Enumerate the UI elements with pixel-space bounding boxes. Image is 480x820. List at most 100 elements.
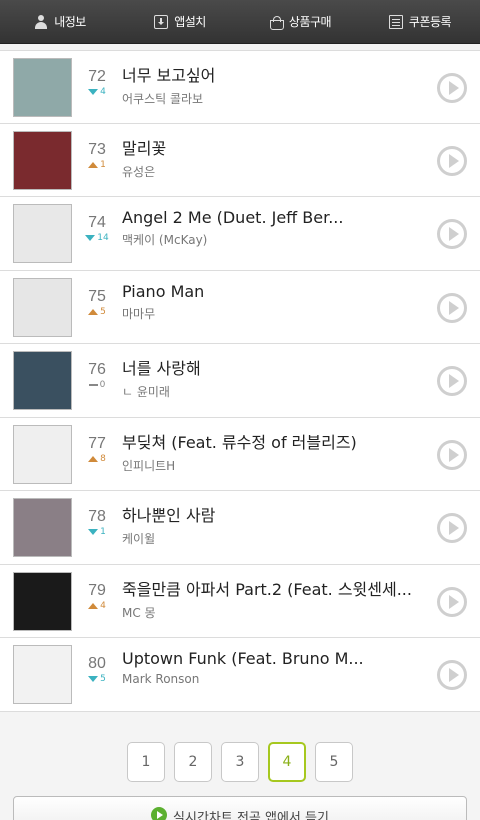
- page-button-1[interactable]: 1: [127, 742, 165, 782]
- rank-block: 72 4: [80, 68, 114, 97]
- song-row[interactable]: 75 5 Piano Man 마마무: [0, 270, 480, 344]
- rank-change: 4: [80, 601, 114, 611]
- nav-coupon[interactable]: 쿠폰등록: [360, 0, 480, 43]
- song-row[interactable]: 79 4 죽을만큼 아파서 Part.2 (Feat. 스윗센세... MC 몽: [0, 564, 480, 638]
- song-info[interactable]: 말리꽃 유성은: [122, 135, 418, 180]
- song-row[interactable]: 80 5 Uptown Funk (Feat. Bruno M... Mark …: [0, 638, 480, 712]
- song-artist: 케이윌: [122, 532, 156, 546]
- song-title: Piano Man: [122, 281, 205, 301]
- song-info[interactable]: 너를 사랑해 ㄴ 윤미래: [122, 355, 418, 400]
- listen-in-app-button[interactable]: 실시간차트 전곡 앱에서 듣기: [13, 796, 467, 820]
- album-art[interactable]: [13, 571, 72, 631]
- rank-up-icon: [88, 161, 99, 168]
- play-icon[interactable]: [437, 513, 467, 543]
- rank-change: 0: [80, 380, 114, 390]
- chart-list: 72 4 너무 보고싶어 어쿠스틱 콜라보 73 1 말리꽃 유성은 74 14…: [0, 50, 480, 712]
- song-info[interactable]: Angel 2 Me (Duet. Jeff Ber... 맥케이 (McKay…: [122, 208, 418, 248]
- rank-change-value: 4: [100, 600, 106, 611]
- install-icon: [154, 14, 169, 29]
- rank-same-icon: [88, 384, 98, 386]
- rank-block: 74 14: [80, 214, 114, 243]
- song-title: Uptown Funk (Feat. Bruno M...: [122, 649, 364, 668]
- rank-change-value: 14: [97, 233, 109, 243]
- play-icon[interactable]: [437, 145, 467, 176]
- song-row[interactable]: 78 1 하나뿐인 사람 케이윌: [0, 491, 480, 565]
- song-title: 부딪쳐 (Feat. 류수정 of 러블리즈): [122, 432, 357, 452]
- play-icon[interactable]: [437, 586, 467, 617]
- nav-label: 내정보: [54, 15, 86, 29]
- rank-block: 79 4: [80, 582, 114, 611]
- song-artist: Mark Ronson: [122, 672, 200, 686]
- song-row[interactable]: 76 0 너를 사랑해 ㄴ 윤미래: [0, 344, 480, 418]
- rank-number: 73: [88, 140, 106, 158]
- play-icon[interactable]: [437, 292, 467, 323]
- rank-change: 1: [80, 527, 114, 537]
- album-art[interactable]: [13, 351, 72, 410]
- song-artist: 유성은: [122, 164, 156, 179]
- play-icon: [151, 807, 168, 820]
- song-artist: 마마무: [122, 306, 156, 321]
- coupon-icon: [388, 14, 403, 29]
- song-info[interactable]: 하나뿐인 사람 케이윌: [122, 502, 418, 547]
- rank-change-value: 0: [99, 380, 106, 390]
- song-title: 하나뿐인 사람: [122, 506, 216, 525]
- nav-app-install[interactable]: 앱설치: [120, 0, 240, 43]
- rank-block: 73 1: [80, 141, 114, 170]
- rank-block: 77 8: [80, 435, 114, 464]
- rank-change-value: 5: [100, 306, 106, 317]
- rank-change: 8: [80, 454, 114, 464]
- song-info[interactable]: Uptown Funk (Feat. Bruno M... Mark Ronso…: [122, 649, 418, 686]
- rank-change-value: 4: [100, 87, 106, 97]
- page-button-4[interactable]: 4: [268, 742, 306, 782]
- play-icon[interactable]: [437, 73, 467, 103]
- rank-change-value: 5: [100, 674, 106, 684]
- nav-label: 상품구매: [288, 15, 332, 29]
- album-art[interactable]: [13, 498, 72, 557]
- rank-change: 14: [80, 233, 114, 243]
- basket-icon: [269, 15, 284, 30]
- play-icon[interactable]: [437, 366, 467, 396]
- song-row[interactable]: 72 4 너무 보고싶어 어쿠스틱 콜라보: [0, 50, 480, 124]
- album-art[interactable]: [13, 645, 72, 704]
- album-art[interactable]: [13, 204, 72, 263]
- rank-block: 78 1: [80, 508, 114, 537]
- page-button-5[interactable]: 5: [315, 742, 353, 782]
- song-row[interactable]: 73 1 말리꽃 유성은: [0, 123, 480, 197]
- song-artist: 어쿠스틱 콜라보: [122, 92, 204, 106]
- play-icon[interactable]: [437, 439, 467, 470]
- play-icon[interactable]: [437, 219, 467, 249]
- song-artist: ㄴ 윤미래: [122, 385, 170, 399]
- rank-change-value: 8: [100, 453, 106, 464]
- rank-number: 79: [88, 581, 106, 599]
- rank-block: 75 5: [80, 288, 114, 317]
- nav-purchase[interactable]: 상품구매: [240, 0, 360, 43]
- rank-block: 80 5: [80, 655, 114, 684]
- album-art[interactable]: [13, 58, 72, 117]
- rank-down-icon: [88, 89, 99, 95]
- song-title: 너를 사랑해: [122, 359, 201, 378]
- rank-change-value: 1: [100, 159, 106, 170]
- rank-change: 5: [80, 674, 114, 684]
- song-info[interactable]: Piano Man 마마무: [122, 282, 418, 322]
- album-art[interactable]: [13, 130, 72, 190]
- rank-up-icon: [88, 455, 99, 462]
- song-info[interactable]: 너무 보고싶어 어쿠스틱 콜라보: [122, 62, 418, 107]
- page-button-3[interactable]: 3: [221, 742, 259, 782]
- page-button-2[interactable]: 2: [174, 742, 212, 782]
- song-row[interactable]: 77 8 부딪쳐 (Feat. 류수정 of 러블리즈) 인피니트H: [0, 417, 480, 491]
- rank-number: 80: [88, 655, 106, 672]
- nav-my-info[interactable]: 내정보: [0, 0, 120, 43]
- album-art[interactable]: [13, 277, 72, 337]
- song-row[interactable]: 74 14 Angel 2 Me (Duet. Jeff Ber... 맥케이 …: [0, 197, 480, 271]
- song-title: Angel 2 Me (Duet. Jeff Ber...: [122, 208, 344, 227]
- album-art[interactable]: [13, 424, 72, 484]
- rank-number: 76: [88, 361, 106, 378]
- rank-number: 78: [88, 508, 106, 525]
- play-icon[interactable]: [437, 660, 467, 690]
- song-info[interactable]: 죽을만큼 아파서 Part.2 (Feat. 스윗센세... MC 몽: [122, 576, 418, 621]
- song-title: 너무 보고싶어: [122, 66, 216, 85]
- song-artist: MC 몽: [122, 605, 156, 620]
- song-info[interactable]: 부딪쳐 (Feat. 류수정 of 러블리즈) 인피니트H: [122, 429, 418, 474]
- rank-down-icon: [88, 529, 99, 535]
- rank-change: 1: [80, 160, 114, 170]
